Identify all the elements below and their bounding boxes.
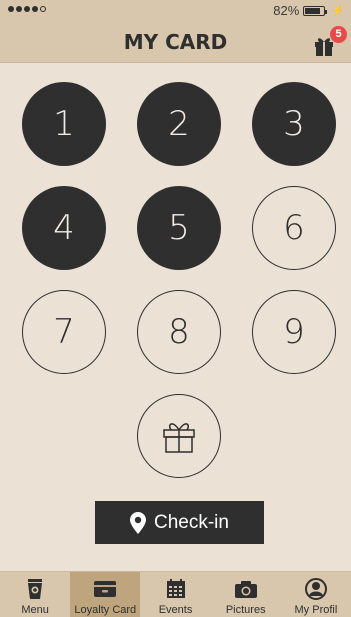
battery-icon [303, 5, 328, 16]
tab-menu[interactable]: Menu [0, 572, 70, 617]
gift-count-badge: 5 [330, 26, 347, 43]
location-pin-icon [130, 511, 146, 534]
tab-my-profil-label: My Profil [294, 604, 338, 616]
tab-my-profil[interactable]: My Profil [281, 572, 351, 617]
tab-bar: Menu Loyalty Card Events Pictures My Pro… [0, 571, 351, 617]
tab-loyalty-card[interactable]: Loyalty Card [70, 572, 141, 617]
card-icon [94, 581, 117, 597]
stamp-8: 8 [137, 290, 221, 374]
tab-pictures-label: Pictures [225, 604, 266, 616]
profile-icon [304, 578, 327, 600]
coffee-cup-icon [28, 579, 43, 599]
gift-icon [163, 423, 195, 453]
header: MY CARD 5 [0, 20, 351, 63]
tab-menu-label: Menu [21, 604, 49, 616]
camera-icon [234, 581, 257, 598]
stamp-7: 7 [22, 290, 106, 374]
charging-icon: ⚡ [331, 5, 345, 17]
stamp-9: 9 [252, 290, 336, 374]
stamp-label: 4 [53, 208, 75, 248]
tab-loyalty-card-label: Loyalty Card [74, 604, 137, 616]
battery-percent: 82% [273, 3, 300, 18]
reward-stamp[interactable] [137, 394, 221, 478]
stamp-3: 3 [252, 82, 336, 166]
tab-events-label: Events [158, 604, 193, 616]
tab-events[interactable]: Events [140, 572, 210, 617]
calendar-icon [166, 579, 185, 598]
stamp-label: 9 [283, 312, 305, 352]
page-title: MY CARD [123, 30, 228, 54]
stamp-label: 7 [53, 312, 75, 352]
stamp-label: 5 [168, 208, 190, 248]
battery-indicator: 82% ⚡ [273, 3, 345, 18]
signal-indicator [8, 6, 46, 12]
stamp-label: 6 [283, 208, 305, 248]
stamp-label: 8 [168, 312, 190, 352]
stamp-label: 2 [168, 104, 190, 144]
check-in-label: Check-in [154, 511, 229, 533]
check-in-button[interactable]: Check-in [95, 501, 264, 544]
tab-pictures[interactable]: Pictures [211, 572, 281, 617]
stamp-4: 4 [22, 186, 106, 270]
status-bar: 82% ⚡ [0, 0, 351, 20]
stamp-5: 5 [137, 186, 221, 270]
stamp-1: 1 [22, 82, 106, 166]
stamp-label: 1 [53, 104, 75, 144]
stamp-6: 6 [252, 186, 336, 270]
gifts-button[interactable]: 5 [313, 26, 347, 58]
stamp-2: 2 [137, 82, 221, 166]
stamp-label: 3 [283, 104, 305, 144]
